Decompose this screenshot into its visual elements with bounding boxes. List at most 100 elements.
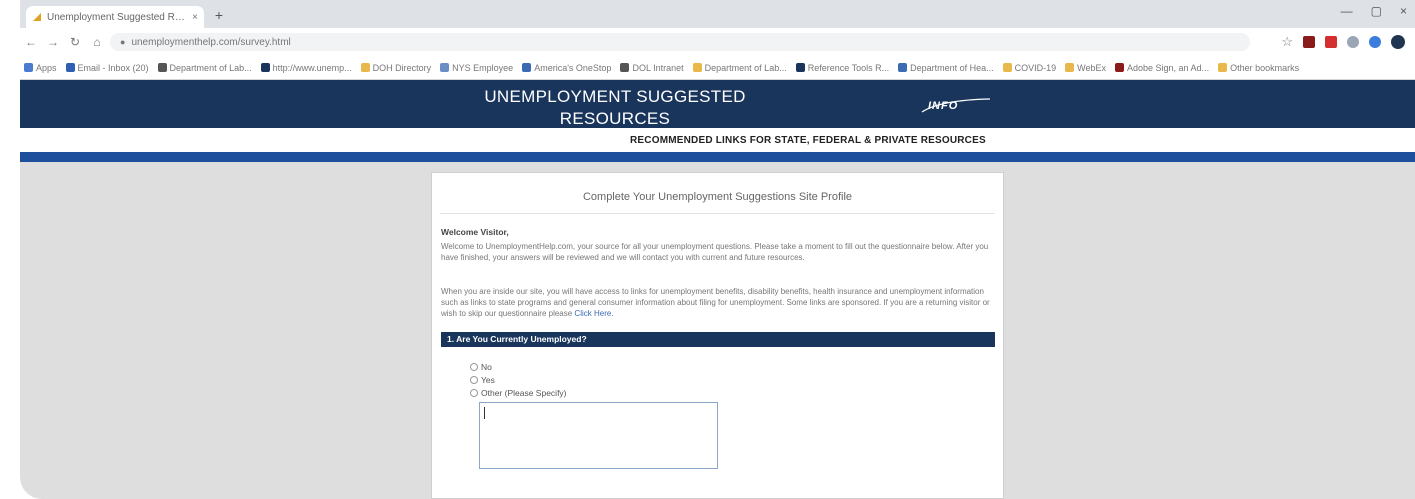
bookmark-item[interactable]: Department of Lab... (157, 62, 252, 73)
click-here-link[interactable]: Click Here. (574, 309, 613, 318)
tab-title: Unemployment Suggested Res… (47, 11, 189, 23)
url-text: unemploymenthelp.com/survey.html (131, 36, 291, 48)
info-paragraph-text: When you are inside our site, you will h… (441, 287, 990, 318)
bookmark-item[interactable]: Other bookmarks (1218, 63, 1299, 73)
lock-icon: ● (120, 37, 126, 47)
browser-window: Unemployment Suggested Res… × + — ▢ × ← … (20, 0, 1415, 499)
bookmark-label: DOL Intranet (632, 62, 684, 73)
welcome-heading: Welcome Visitor, (441, 227, 509, 237)
bookmark-icon (65, 63, 75, 72)
bookmark-label: http://www.unemp... (272, 62, 352, 73)
survey-title: Complete Your Unemployment Suggestions S… (582, 191, 853, 203)
new-tab-button[interactable]: + (210, 6, 228, 24)
site-subheader: RECOMMENDED LINKS FOR STATE, FEDERAL & P… (20, 128, 1415, 152)
extension-gray-icon[interactable] (1347, 36, 1359, 48)
site-title-line1: UNEMPLOYMENT SUGGESTED (484, 87, 746, 106)
site-favicon-icon (33, 13, 41, 21)
other-specify-textarea[interactable] (479, 402, 718, 469)
bookmark-icon (1065, 63, 1075, 72)
radio-no[interactable] (470, 362, 478, 371)
tab-close-icon[interactable]: × (192, 12, 198, 23)
bookmark-item[interactable]: WebEx (1065, 63, 1106, 73)
bookmark-icon (795, 63, 805, 72)
survey-card: Complete Your Unemployment Suggestions S… (431, 172, 1004, 499)
bookmark-label: Department of Hea... (910, 62, 994, 73)
bookmark-item[interactable]: http://www.unemp... (260, 62, 352, 73)
profile-avatar-icon[interactable] (1391, 35, 1405, 49)
bookmark-item[interactable]: COVID-19 (1002, 62, 1057, 73)
close-window-button[interactable]: × (1400, 4, 1407, 18)
site-header: UNEMPLOYMENT SUGGESTED RESOURCES INFO (20, 80, 1415, 128)
bookmark-icon (157, 63, 167, 72)
bookmark-item[interactable]: Adobe Sign, an Ad... (1115, 63, 1209, 73)
bookmark-icon (898, 63, 908, 72)
bookmark-label: Other bookmarks (1230, 62, 1300, 73)
bookmark-item[interactable]: Email - Inbox (20) (65, 63, 149, 73)
bookmark-item[interactable]: Apps (24, 63, 57, 73)
bookmark-icon (522, 63, 532, 72)
bookmark-icon (1218, 63, 1228, 72)
info-paragraph: When you are inside our site, you will h… (441, 286, 996, 319)
bookmark-item[interactable]: NYS Employee (440, 63, 513, 73)
bookmark-icon (620, 63, 630, 72)
bookmark-icon (692, 63, 702, 72)
tab-unemployment[interactable]: Unemployment Suggested Res… × (26, 6, 204, 28)
bookmark-item[interactable]: Department of Hea... (898, 63, 994, 73)
minimize-button[interactable]: — (1341, 4, 1353, 18)
home-icon[interactable]: ⌂ (86, 35, 108, 49)
extension-icons: ☆ (1281, 34, 1405, 50)
subheader-text: RECOMMENDED LINKS FOR STATE, FEDERAL & P… (630, 135, 986, 146)
bookmark-icon (440, 63, 450, 72)
radio-yes[interactable] (470, 375, 478, 384)
welcome-paragraph: Welcome to UnemploymentHelp.com, your so… (441, 242, 989, 262)
bookmark-label: Department of Lab... (704, 62, 787, 73)
answer-options: No Yes Other (Please Specify) (470, 361, 567, 400)
back-icon[interactable]: ← (20, 35, 42, 49)
screenshot-frame: Unemployment Suggested Res… × + — ▢ × ← … (0, 0, 1415, 499)
info-logo-text: INFO (928, 100, 959, 112)
bookmark-label: DOH Directory (372, 62, 432, 73)
radio-other[interactable] (470, 388, 478, 397)
extension-blue-icon[interactable] (1369, 36, 1381, 48)
title-divider (440, 213, 995, 214)
option-no[interactable]: No (470, 361, 567, 372)
reload-icon[interactable]: ↻ (64, 35, 86, 49)
bookmark-label: America's OneStop (534, 62, 612, 73)
forward-icon[interactable]: → (42, 35, 64, 49)
bookmark-item[interactable]: Reference Tools R... (795, 62, 890, 73)
extension-red-icon[interactable] (1303, 36, 1315, 48)
bookmark-icon (1115, 63, 1124, 72)
browser-toolbar: ← → ↻ ⌂ ● unemploymenthelp.com/survey.ht… (20, 28, 1415, 56)
bookmark-item[interactable]: DOL Intranet (620, 62, 684, 73)
bookmark-label: NYS Employee (452, 62, 514, 73)
option-yes-label: Yes (481, 374, 495, 385)
bookmark-label: Reference Tools R... (807, 62, 890, 73)
bookmark-label: Department of Lab... (169, 62, 252, 73)
question-header: 1. Are You Currently Unemployed? (441, 332, 995, 347)
bookmark-icon (360, 63, 370, 72)
maximize-button[interactable]: ▢ (1371, 4, 1382, 18)
option-no-label: No (481, 361, 492, 372)
option-other-label: Other (Please Specify) (481, 387, 567, 398)
bookmark-icon (260, 63, 270, 72)
site-title-line2: RESOURCES (559, 109, 671, 128)
bookmark-label: Apps (36, 62, 57, 73)
bookmark-label: WebEx (1077, 62, 1106, 73)
bookmark-item[interactable]: DOH Directory (360, 62, 432, 73)
bookmark-label: COVID-19 (1014, 62, 1057, 73)
extension-pdf-icon[interactable] (1325, 36, 1337, 48)
bookmark-star-icon[interactable]: ☆ (1281, 34, 1293, 50)
bookmark-label: Adobe Sign, an Ad... (1127, 62, 1210, 73)
text-caret (484, 407, 485, 419)
bookmark-icon (24, 63, 33, 72)
bookmark-icon (1002, 63, 1012, 72)
window-controls: — ▢ × (1341, 4, 1407, 18)
site-title: UNEMPLOYMENT SUGGESTED RESOURCES (465, 86, 765, 130)
address-bar[interactable]: ● unemploymenthelp.com/survey.html (110, 33, 1250, 51)
bookmark-item[interactable]: Department of Lab... (692, 62, 787, 73)
option-other[interactable]: Other (Please Specify) (470, 387, 567, 398)
tab-strip: Unemployment Suggested Res… × + — ▢ × (20, 0, 1415, 28)
bookmark-item[interactable]: America's OneStop (522, 63, 611, 73)
option-yes[interactable]: Yes (470, 374, 567, 385)
header-strip (20, 152, 1415, 162)
